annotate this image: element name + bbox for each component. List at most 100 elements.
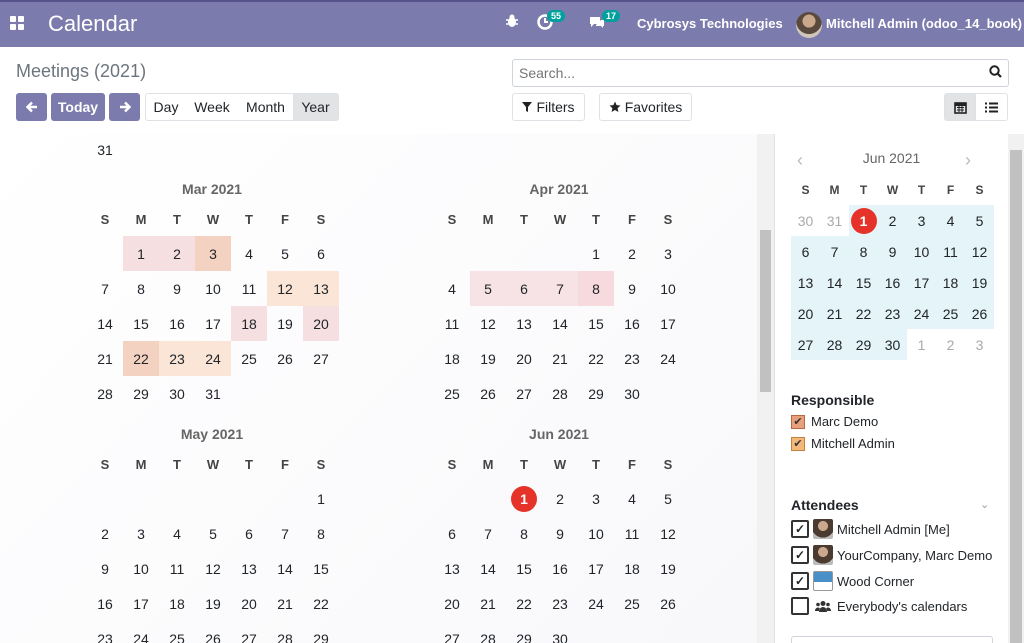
attendee-filter-mitchell-admin[interactable]: ✓ Mitchell Admin [Me] [791, 519, 950, 539]
mini-day-cell[interactable]: 20 [791, 298, 820, 329]
checkbox-checked-icon[interactable]: ✔ [791, 414, 805, 429]
day-cell[interactable]: 21 [542, 341, 578, 376]
mini-day-cell[interactable]: 19 [965, 267, 994, 298]
day-cell[interactable]: 10 [650, 271, 686, 306]
day-cell[interactable]: 6 [434, 516, 470, 551]
checkbox-unchecked-icon[interactable] [791, 597, 809, 615]
sidebar-scrollbar[interactable] [1008, 134, 1024, 643]
day-cell[interactable]: 7 [87, 271, 123, 306]
day-cell[interactable]: 25 [231, 341, 267, 376]
day-cell[interactable]: 28 [267, 621, 303, 643]
day-cell[interactable]: 15 [506, 551, 542, 586]
day-cell[interactable]: 14 [87, 306, 123, 341]
scale-year-button[interactable]: Year [293, 93, 339, 121]
mini-day-cell[interactable]: 22 [849, 298, 878, 329]
mini-day-cell[interactable]: 5 [965, 205, 994, 236]
day-cell[interactable]: 31 [195, 376, 231, 411]
mini-day-cell[interactable]: 14 [820, 267, 849, 298]
day-cell[interactable]: 24 [123, 621, 159, 643]
day-cell[interactable]: 13 [303, 271, 339, 306]
day-cell[interactable]: 16 [87, 586, 123, 621]
day-cell[interactable]: 20 [434, 586, 470, 621]
scale-day-button[interactable]: Day [145, 93, 187, 121]
day-cell[interactable]: 29 [303, 621, 339, 643]
day-cell[interactable]: 1 [123, 236, 159, 271]
mini-day-cell[interactable]: 30 [791, 205, 820, 236]
day-cell[interactable]: 15 [303, 551, 339, 586]
day-cell[interactable]: 5 [650, 481, 686, 516]
mini-day-cell[interactable]: 26 [965, 298, 994, 329]
day-cell[interactable]: 9 [87, 551, 123, 586]
checkbox-checked-icon[interactable]: ✓ [791, 572, 809, 590]
day-cell[interactable]: 3 [650, 236, 686, 271]
day-cell[interactable]: 9 [159, 271, 195, 306]
search-input[interactable] [512, 59, 1009, 87]
day-cell[interactable]: 17 [195, 306, 231, 341]
day-cell[interactable]: 28 [542, 376, 578, 411]
day-cell[interactable]: 17 [123, 586, 159, 621]
day-cell[interactable]: 8 [123, 271, 159, 306]
day-cell[interactable]: 26 [267, 341, 303, 376]
day-cell[interactable]: 2 [542, 481, 578, 516]
mini-next-month-icon[interactable]: › [965, 150, 971, 171]
mini-day-cell[interactable]: 9 [878, 236, 907, 267]
day-cell[interactable]: 30 [542, 621, 578, 643]
day-cell[interactable]: 10 [578, 516, 614, 551]
user-menu[interactable]: Mitchell Admin (odoo_14_book) [826, 16, 1022, 31]
day-cell[interactable]: 27 [506, 376, 542, 411]
day-cell[interactable]: 28 [87, 376, 123, 411]
next-button[interactable] [109, 93, 140, 121]
messaging-chat-icon[interactable]: 17 [588, 10, 621, 33]
checkbox-checked-icon[interactable]: ✓ [791, 520, 809, 538]
mini-day-cell[interactable]: 11 [936, 236, 965, 267]
day-cell[interactable]: 2 [614, 236, 650, 271]
day-cell[interactable]: 12 [267, 271, 303, 306]
mini-day-cell[interactable]: 1 [907, 329, 936, 360]
day-cell[interactable]: 5 [195, 516, 231, 551]
day-cell[interactable]: 7 [470, 516, 506, 551]
day-cell[interactable]: 23 [614, 341, 650, 376]
day-cell[interactable]: 18 [231, 306, 267, 341]
mini-day-cell[interactable]: 7 [820, 236, 849, 267]
day-cell[interactable]: 6 [506, 271, 542, 306]
list-view-button[interactable] [975, 93, 1008, 121]
day-cell[interactable]: 27 [303, 341, 339, 376]
day-cell[interactable]: 27 [231, 621, 267, 643]
checkbox-checked-icon[interactable]: ✔ [791, 436, 805, 451]
day-cell[interactable]: 27 [434, 621, 470, 643]
day-cell[interactable]: 22 [506, 586, 542, 621]
day-cell[interactable]: 4 [231, 236, 267, 271]
filters-button[interactable]: Filters [512, 93, 585, 121]
day-cell[interactable]: 26 [195, 621, 231, 643]
calendar-view-button[interactable] [944, 93, 976, 121]
mini-day-cell[interactable]: 3 [965, 329, 994, 360]
day-cell[interactable]: 25 [434, 376, 470, 411]
day-cell[interactable]: 17 [650, 306, 686, 341]
activity-clock-icon[interactable]: 55 [537, 10, 566, 33]
day-cell[interactable]: 6 [231, 516, 267, 551]
day-cell[interactable]: 7 [542, 271, 578, 306]
day-cell[interactable]: 15 [578, 306, 614, 341]
day-cell[interactable]: 13 [434, 551, 470, 586]
day-cell[interactable]: 28 [470, 621, 506, 643]
day-cell[interactable]: 23 [87, 621, 123, 643]
day-cell[interactable]: 29 [578, 376, 614, 411]
responsible-filter-mitchell-admin[interactable]: ✔ Mitchell Admin [791, 436, 895, 451]
mini-day-cell[interactable]: 17 [907, 267, 936, 298]
prev-month-tail-day[interactable]: 31 [87, 134, 123, 167]
day-cell[interactable]: 17 [578, 551, 614, 586]
mini-day-cell[interactable]: 30 [878, 329, 907, 360]
mini-day-cell[interactable]: 8 [849, 236, 878, 267]
day-cell[interactable]: 14 [470, 551, 506, 586]
collapse-chevron-down-icon[interactable]: ⌄ [980, 498, 989, 511]
day-cell[interactable]: 16 [614, 306, 650, 341]
day-cell[interactable]: 23 [542, 586, 578, 621]
day-cell[interactable]: 22 [578, 341, 614, 376]
year-view-scrollbar[interactable] [757, 134, 775, 643]
day-cell[interactable]: 26 [650, 586, 686, 621]
apps-menu-icon[interactable] [10, 16, 24, 30]
mini-day-cell[interactable]: 29 [849, 329, 878, 360]
day-cell[interactable]: 19 [267, 306, 303, 341]
day-cell[interactable]: 29 [123, 376, 159, 411]
mini-day-cell[interactable]: 3 [907, 205, 936, 236]
